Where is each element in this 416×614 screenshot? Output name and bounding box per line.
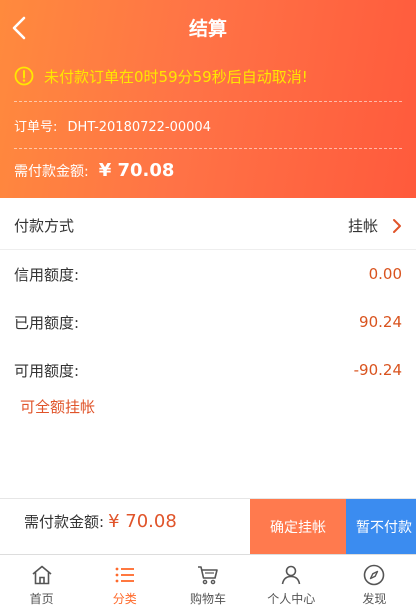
payment-method-value: 挂帐 <box>347 217 378 235</box>
list-icon <box>115 567 134 583</box>
divider <box>14 101 402 102</box>
payment-deadline-notice: 未付款订单在0时59分59秒后自动取消! <box>14 64 308 88</box>
tab-category[interactable]: 分类 <box>83 555 166 614</box>
user-icon <box>281 565 301 585</box>
total-amount: 需付款金额: ¥ 70.08 <box>24 511 177 532</box>
checkout-header: 结算 未付款订单在0时59分59秒后自动取消! 订单号: DHT-2018072… <box>0 0 416 198</box>
credit-limit-row: 信用额度: 0.00 <box>0 250 416 298</box>
divider <box>14 148 402 149</box>
tab-label: 购物车 <box>190 592 227 606</box>
total-amount-value: ¥ 70.08 <box>108 511 177 532</box>
order-number: 订单号: DHT-20180722-00004 <box>14 116 211 135</box>
used-credit-value: 90.24 <box>359 313 402 331</box>
available-credit-value: -90.24 <box>353 361 402 379</box>
notice-text: 未付款订单在0时59分59秒后自动取消! <box>44 67 308 86</box>
payment-method-row[interactable]: 付款方式 挂帐 <box>0 202 416 250</box>
order-number-label: 订单号: <box>14 120 58 135</box>
top-bar: 结算 <box>0 0 416 56</box>
compass-icon <box>364 564 385 586</box>
amount-due: 需付款金额: ¥ 70.08 <box>14 160 174 181</box>
tab-label: 个人中心 <box>267 592 316 606</box>
tab-label: 发现 <box>362 592 387 606</box>
confirm-credit-button[interactable]: 确定挂帐 <box>250 499 346 555</box>
checkout-action-bar: 需付款金额: ¥ 70.08 确定挂帐 暂不付款 <box>0 498 416 555</box>
available-credit-row: 可用额度: -90.24 <box>0 346 416 394</box>
full-credit-link[interactable]: 可全额挂帐 <box>20 396 95 417</box>
used-credit-label: 已用额度: <box>14 313 80 332</box>
used-credit-row: 已用额度: 90.24 <box>0 298 416 346</box>
tab-discover[interactable]: 发现 <box>333 555 416 614</box>
payment-method-label: 付款方式 <box>14 217 75 235</box>
order-number-value: DHT-20180722-00004 <box>67 120 211 135</box>
bottom-tab-bar: 首页 分类 购物车 个人中心 发现 <box>0 554 416 614</box>
available-credit-label: 可用额度: <box>14 361 80 380</box>
tab-cart[interactable]: 购物车 <box>166 555 249 614</box>
credit-limit-value: 0.00 <box>368 265 402 283</box>
payment-details: 付款方式 挂帐 信用额度: 0.00 已用额度: 90.24 可用额度: -90… <box>0 198 416 498</box>
tab-label: 分类 <box>112 592 137 606</box>
cart-icon <box>198 566 218 585</box>
amount-due-label: 需付款金额: <box>14 164 89 180</box>
tab-label: 首页 <box>29 592 54 606</box>
total-amount-label: 需付款金额: <box>24 513 105 531</box>
page-title: 结算 <box>188 18 227 40</box>
amount-due-value: ¥ 70.08 <box>98 160 175 181</box>
tab-profile[interactable]: 个人中心 <box>250 555 333 614</box>
tab-home[interactable]: 首页 <box>0 555 83 614</box>
warning-icon <box>14 66 34 86</box>
chevron-right-icon <box>393 218 401 233</box>
pay-later-button[interactable]: 暂不付款 <box>346 499 416 555</box>
home-icon <box>32 565 52 585</box>
credit-limit-label: 信用额度: <box>14 265 80 284</box>
checkout-page: 结算 未付款订单在0时59分59秒后自动取消! 订单号: DHT-2018072… <box>0 0 416 614</box>
